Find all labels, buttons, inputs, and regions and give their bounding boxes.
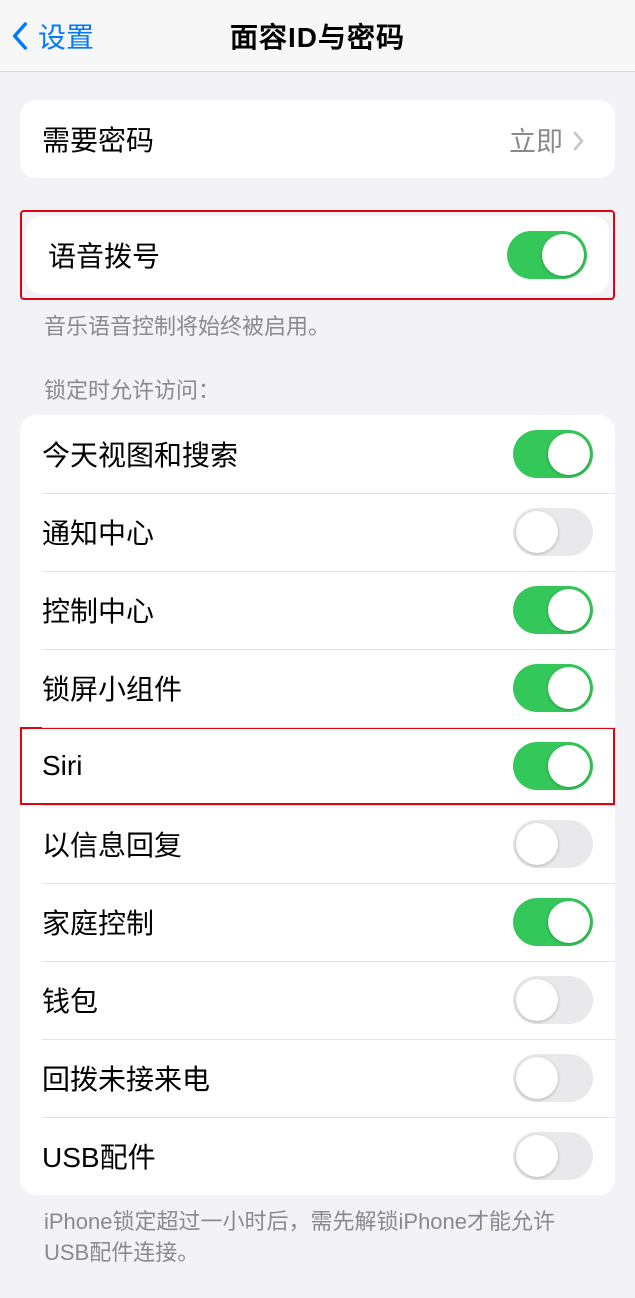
row-label: 需要密码 bbox=[42, 119, 154, 159]
toggle-lock-access-4[interactable] bbox=[513, 742, 593, 790]
group-voice-dial: 语音拨号 bbox=[26, 216, 609, 294]
row-value: 立即 bbox=[509, 120, 587, 159]
row-label: 控制中心 bbox=[42, 590, 154, 630]
chevron-left-icon bbox=[10, 19, 30, 53]
toggle-lock-access-1[interactable] bbox=[513, 508, 593, 556]
footer-voice-dial: 音乐语音控制将始终被启用。 bbox=[20, 300, 615, 343]
header-lock-access: 锁定时允许访问： bbox=[20, 343, 615, 415]
row-require-passcode[interactable]: 需要密码 立即 bbox=[20, 100, 615, 178]
toggle-lock-access-6[interactable] bbox=[513, 898, 593, 946]
row-label: 家庭控制 bbox=[42, 902, 154, 942]
content: 需要密码 立即 语音拨号 音乐语音控制将始终被启用。 锁定时允许访问： 今天视图… bbox=[0, 100, 635, 1298]
row-lock-access-1: 通知中心 bbox=[20, 493, 615, 571]
row-label: 语音拨号 bbox=[48, 235, 160, 275]
footer-lock-access: iPhone锁定超过一小时后，需先解锁iPhone才能允许USB配件连接。 bbox=[20, 1195, 615, 1269]
chevron-right-icon bbox=[573, 127, 587, 151]
row-label: Siri bbox=[42, 750, 82, 782]
row-label: USB配件 bbox=[42, 1136, 156, 1176]
row-lock-access-8: 回拨未接来电 bbox=[20, 1039, 615, 1117]
toggle-lock-access-5[interactable] bbox=[513, 820, 593, 868]
row-label: 以信息回复 bbox=[42, 824, 182, 864]
row-lock-access-2: 控制中心 bbox=[20, 571, 615, 649]
highlight-voice-dial: 语音拨号 bbox=[20, 210, 615, 300]
row-label: 通知中心 bbox=[42, 512, 154, 552]
toggle-lock-access-9[interactable] bbox=[513, 1132, 593, 1180]
toggle-lock-access-0[interactable] bbox=[513, 430, 593, 478]
row-lock-access-5: 以信息回复 bbox=[20, 805, 615, 883]
toggle-lock-access-7[interactable] bbox=[513, 976, 593, 1024]
row-lock-access-6: 家庭控制 bbox=[20, 883, 615, 961]
row-lock-access-9: USB配件 bbox=[20, 1117, 615, 1195]
row-lock-access-7: 钱包 bbox=[20, 961, 615, 1039]
row-value-text: 立即 bbox=[509, 120, 563, 159]
back-button[interactable]: 设置 bbox=[0, 16, 94, 56]
row-label: 回拨未接来电 bbox=[42, 1058, 210, 1098]
toggle-lock-access-8[interactable] bbox=[513, 1054, 593, 1102]
group-require-passcode: 需要密码 立即 bbox=[20, 100, 615, 178]
group-lock-access: 今天视图和搜索通知中心控制中心锁屏小组件 Siri 以信息回复家庭控制钱包回拨未接来… bbox=[20, 415, 615, 1195]
toggle-lock-access-2[interactable] bbox=[513, 586, 593, 634]
row-label: 今天视图和搜索 bbox=[42, 434, 238, 474]
page-title: 面容ID与密码 bbox=[0, 16, 635, 56]
toggle-lock-access-3[interactable] bbox=[513, 664, 593, 712]
back-label: 设置 bbox=[38, 16, 94, 56]
navbar: 设置 面容ID与密码 bbox=[0, 0, 635, 72]
row-label: 锁屏小组件 bbox=[42, 668, 182, 708]
row-lock-access-0: 今天视图和搜索 bbox=[20, 415, 615, 493]
row-lock-access-3: 锁屏小组件 bbox=[20, 649, 615, 727]
row-lock-access-4: Siri bbox=[20, 727, 615, 805]
row-voice-dial: 语音拨号 bbox=[26, 216, 609, 294]
row-label: 钱包 bbox=[42, 980, 98, 1020]
toggle-voice-dial[interactable] bbox=[507, 231, 587, 279]
